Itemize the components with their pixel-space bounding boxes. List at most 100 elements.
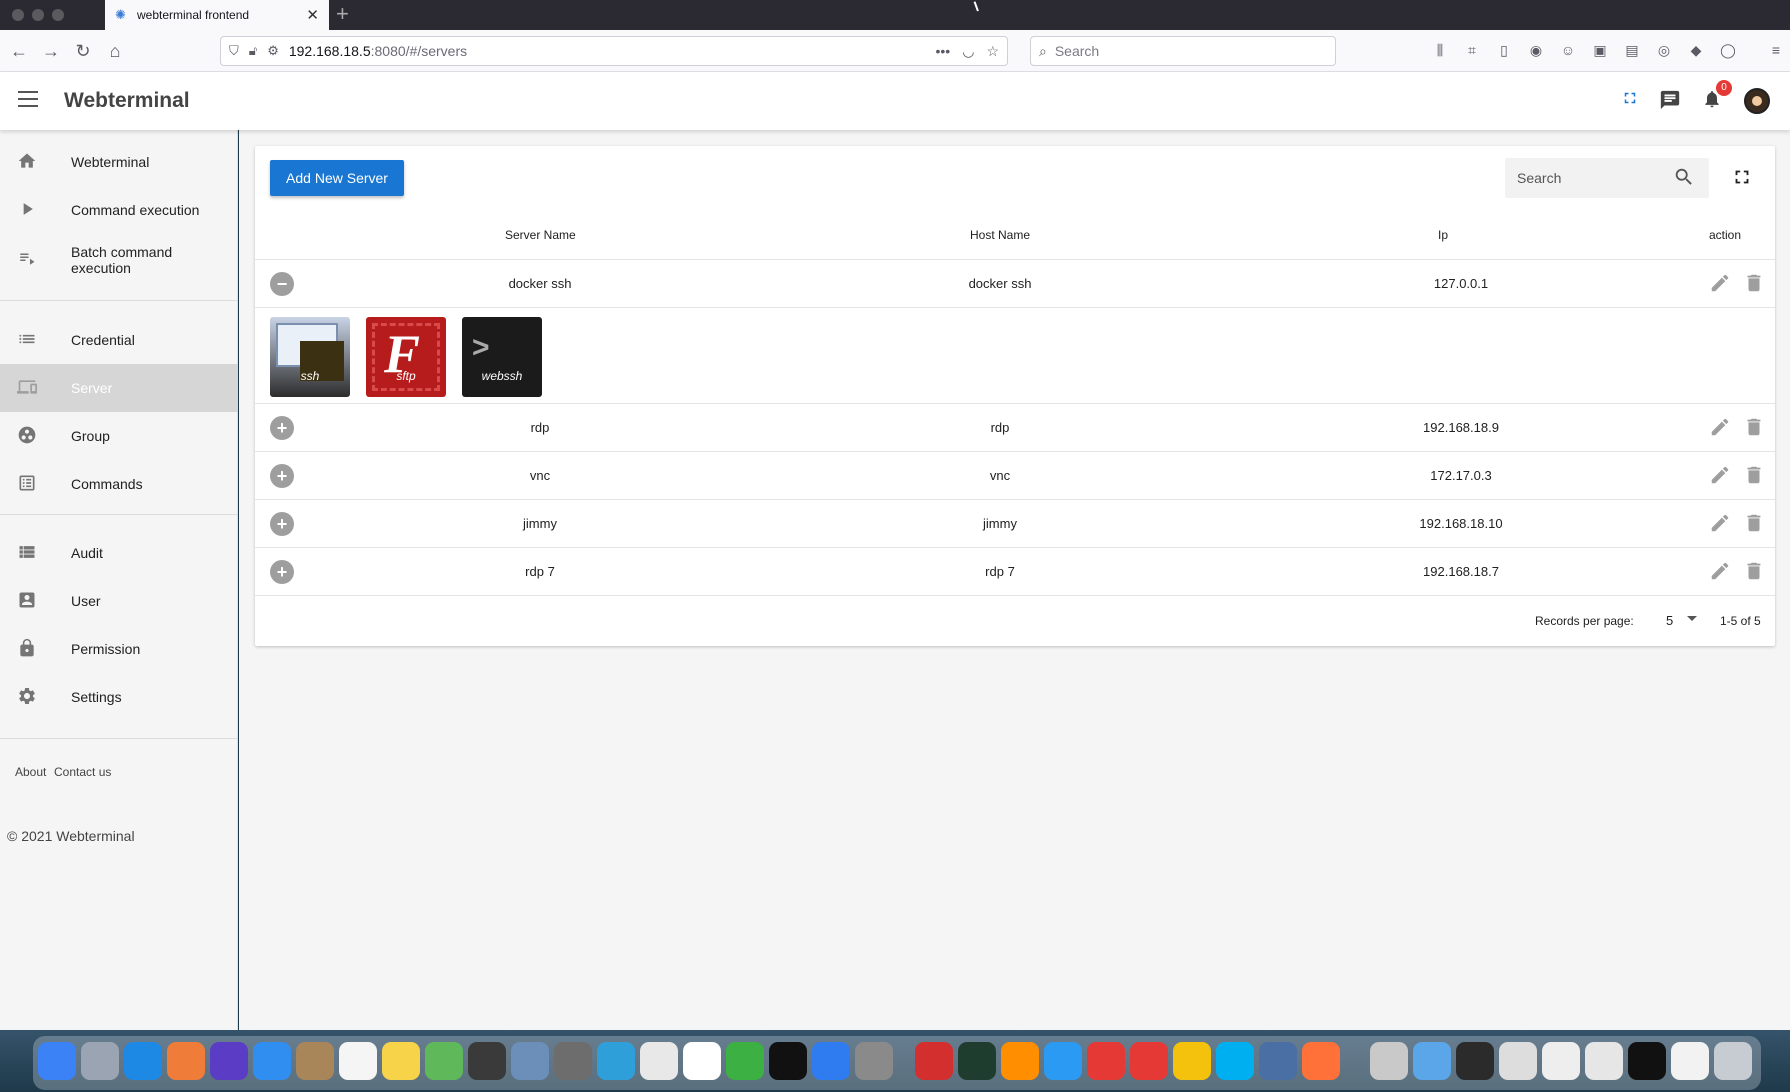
pdf-icon[interactable] <box>915 1042 953 1080</box>
extension-icon[interactable]: ▤ <box>1622 40 1642 60</box>
skype-icon[interactable] <box>1216 1042 1254 1080</box>
launchpad-icon[interactable] <box>81 1042 119 1080</box>
search-input[interactable] <box>1517 168 1667 188</box>
browser-tab[interactable]: ✺ webterminal frontend ✕ <box>105 0 329 30</box>
sidebar-item-batch-command-execution[interactable]: Batch command execution <box>0 234 238 286</box>
terminal-icon[interactable] <box>769 1042 807 1080</box>
search-field[interactable] <box>1505 158 1709 198</box>
window-zoom-button[interactable] <box>52 9 64 21</box>
insecure-lock-icon[interactable]: 🔓︎ <box>249 43 257 59</box>
sidebar-item-credential[interactable]: Credential <box>0 316 238 364</box>
sftp-connect-tile[interactable]: F sftp <box>366 317 446 397</box>
reminders-icon[interactable] <box>339 1042 377 1080</box>
siri-icon[interactable] <box>210 1042 248 1080</box>
safari-icon[interactable] <box>1044 1042 1082 1080</box>
virtualbox-icon[interactable] <box>511 1042 549 1080</box>
firefox-icon[interactable] <box>1302 1042 1340 1080</box>
hamburger-menu-icon[interactable] <box>18 91 38 107</box>
photos-icon[interactable] <box>683 1042 721 1080</box>
minimized-window-icon[interactable] <box>1628 1042 1666 1080</box>
sidebar-item-webterminal[interactable]: Webterminal <box>0 138 238 186</box>
page-actions-icon[interactable]: ••• <box>936 43 951 60</box>
textedit-icon[interactable] <box>640 1042 678 1080</box>
chrome-icon[interactable] <box>1173 1042 1211 1080</box>
sidebar-item-commands[interactable]: Commands <box>0 460 238 508</box>
sidebar-item-command-execution[interactable]: Command execution <box>0 186 238 234</box>
activity-monitor-icon[interactable] <box>958 1042 996 1080</box>
chat-icon[interactable] <box>1658 89 1682 113</box>
window-minimize-button[interactable] <box>32 9 44 21</box>
sublime-text-icon[interactable] <box>1001 1042 1039 1080</box>
screenshot-app-icon[interactable] <box>855 1042 893 1080</box>
edit-icon[interactable] <box>1709 272 1733 296</box>
fullscreen-icon[interactable] <box>1618 89 1642 113</box>
feather-icon[interactable] <box>554 1042 592 1080</box>
shield-icon[interactable]: ⛉ <box>229 43 239 59</box>
extension-icon[interactable]: ▣ <box>1590 40 1610 60</box>
add-new-server-button[interactable]: Add New Server <box>270 160 404 196</box>
url-bar[interactable]: ⛉ 🔓︎ ⚙ 192.168.18.5 :8080/#/servers ••• … <box>220 36 1008 66</box>
sidebar-item-server[interactable]: Server <box>0 364 238 412</box>
sidebar-item-settings[interactable]: Settings <box>0 673 238 721</box>
minimized-window-icon[interactable] <box>1499 1042 1537 1080</box>
edit-icon[interactable] <box>1709 560 1733 584</box>
maps-icon[interactable] <box>425 1042 463 1080</box>
column-header-ip[interactable]: Ip <box>1438 228 1448 242</box>
minimized-window-icon[interactable] <box>1456 1042 1494 1080</box>
minimized-window-icon[interactable] <box>1585 1042 1623 1080</box>
new-tab-button[interactable]: + <box>336 3 349 25</box>
edit-icon[interactable] <box>1709 416 1733 440</box>
delete-icon[interactable] <box>1743 560 1765 584</box>
home-browser-icon[interactable]: ⌂ <box>104 40 126 62</box>
xcode-icon[interactable] <box>812 1042 850 1080</box>
delete-icon[interactable] <box>1743 464 1765 488</box>
edit-icon[interactable] <box>1709 464 1733 488</box>
records-per-page-select[interactable]: 5 <box>1666 613 1673 628</box>
pocket-icon[interactable]: ◡ <box>962 43 974 60</box>
contact-link[interactable]: Contact us <box>54 765 111 779</box>
expand-row-button[interactable]: + <box>270 416 294 440</box>
window-close-button[interactable] <box>12 9 24 21</box>
qt-creator-icon[interactable] <box>726 1042 764 1080</box>
ssh-connect-tile[interactable]: ssh <box>270 317 350 397</box>
extension-icon[interactable]: ◉ <box>1526 40 1546 60</box>
browser-search-field[interactable]: ⌕ Search <box>1030 36 1336 66</box>
sidebar-item-permission[interactable]: Permission <box>0 625 238 673</box>
expand-row-button[interactable]: + <box>270 560 294 584</box>
account-icon[interactable]: ◯ <box>1718 40 1738 60</box>
extension-icon[interactable]: ◆ <box>1686 40 1706 60</box>
app-icon[interactable] <box>468 1042 506 1080</box>
sidebar-toggle-icon[interactable]: ▯ <box>1494 40 1514 60</box>
tab-close-icon[interactable]: ✕ <box>306 6 319 24</box>
bookmark-star-icon[interactable]: ☆ <box>986 43 999 60</box>
collapse-row-button[interactable]: − <box>270 272 294 296</box>
back-icon[interactable]: ← <box>8 40 30 62</box>
app-icon[interactable] <box>1087 1042 1125 1080</box>
sidebar-item-user[interactable]: User <box>0 577 238 625</box>
expand-row-button[interactable]: + <box>270 512 294 536</box>
minimized-window-icon[interactable] <box>1370 1042 1408 1080</box>
delete-icon[interactable] <box>1743 272 1765 296</box>
youdao-icon[interactable] <box>1130 1042 1168 1080</box>
edit-icon[interactable] <box>1709 512 1733 536</box>
delete-icon[interactable] <box>1743 416 1765 440</box>
table-fullscreen-icon[interactable] <box>1731 166 1755 190</box>
search-icon[interactable] <box>1673 166 1697 190</box>
forward-icon[interactable]: → <box>40 40 62 62</box>
minimized-window-icon[interactable] <box>1671 1042 1709 1080</box>
about-link[interactable]: About <box>15 765 46 779</box>
extension-icon[interactable]: ◎ <box>1654 40 1674 60</box>
ubuntu-icon[interactable] <box>167 1042 205 1080</box>
column-header-server-name[interactable]: Server Name <box>505 228 576 242</box>
finder-icon[interactable] <box>38 1042 76 1080</box>
sidebar-item-group[interactable]: Group <box>0 412 238 460</box>
trash-icon[interactable] <box>1714 1042 1752 1080</box>
downloads-folder-icon[interactable] <box>1413 1042 1451 1080</box>
vscode-icon[interactable] <box>597 1042 635 1080</box>
sidebar-item-audit[interactable]: Audit <box>0 529 238 577</box>
column-header-host-name[interactable]: Host Name <box>970 228 1030 242</box>
mail-icon[interactable] <box>253 1042 291 1080</box>
chevron-down-icon[interactable] <box>1687 616 1697 621</box>
app-store-icon[interactable] <box>124 1042 162 1080</box>
remote-desktop-icon[interactable] <box>1259 1042 1297 1080</box>
